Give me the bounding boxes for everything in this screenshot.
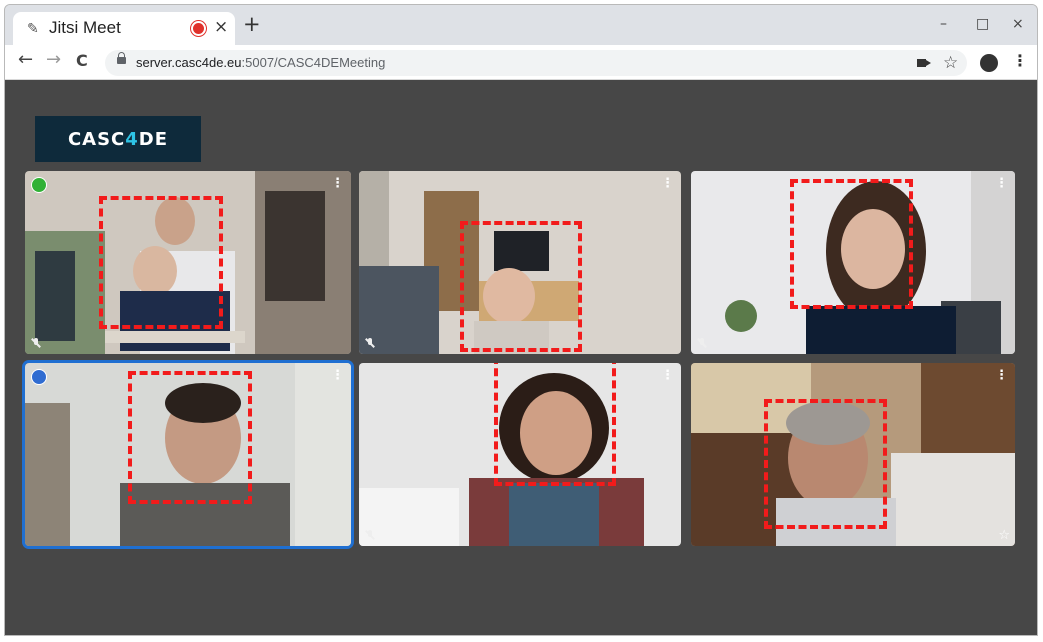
- forward-button[interactable]: →: [46, 51, 61, 69]
- camera-icon[interactable]: [917, 59, 931, 67]
- mic-muted-icon: [31, 338, 41, 348]
- video-tile-participant-3[interactable]: ⋮: [691, 171, 1015, 354]
- url-text: server.casc4de.eu:5007/CASC4DEMeeting: [136, 55, 386, 70]
- record-dot-icon: [193, 23, 204, 34]
- video-tile-participant-5[interactable]: ⋮: [359, 363, 681, 546]
- kebab-menu-icon[interactable]: ⋮: [1012, 53, 1028, 69]
- face-detection-box: [460, 221, 582, 352]
- star-icon[interactable]: ☆: [998, 528, 1010, 543]
- mic-muted-icon: [365, 530, 375, 540]
- tab-strip: ✎ Jitsi Meet × + – □ ×: [5, 5, 1037, 45]
- video-tile-participant-2[interactable]: ⋮: [359, 171, 681, 354]
- tab-jitsi-meet[interactable]: ✎ Jitsi Meet ×: [13, 12, 235, 45]
- address-bar[interactable]: server.casc4de.eu:5007/CASC4DEMeeting ☆: [105, 50, 967, 76]
- face-detection-box: [128, 371, 252, 504]
- tile-menu-icon[interactable]: ⋮: [995, 177, 1008, 190]
- back-button[interactable]: ←: [18, 51, 33, 69]
- reload-button[interactable]: C: [76, 53, 88, 69]
- profile-icon[interactable]: [980, 54, 998, 72]
- face-detection-box: [99, 196, 223, 329]
- tile-menu-icon[interactable]: ⋮: [661, 177, 674, 190]
- new-tab-button[interactable]: +: [243, 14, 261, 35]
- video-tile-participant-4[interactable]: ⋮: [25, 363, 351, 546]
- close-window-button[interactable]: ×: [1012, 16, 1024, 32]
- face-detection-box: [764, 399, 887, 529]
- tile-menu-icon[interactable]: ⋮: [661, 369, 674, 382]
- mic-muted-icon: [697, 338, 707, 348]
- lock-icon: [117, 52, 126, 64]
- maximize-button[interactable]: □: [976, 16, 989, 32]
- tile-menu-icon[interactable]: ⋮: [995, 369, 1008, 382]
- mic-muted-icon: [365, 338, 375, 348]
- minimize-button[interactable]: –: [940, 16, 947, 32]
- face-detection-box: [494, 363, 616, 486]
- browser-window: ✎ Jitsi Meet × + – □ × ← → C server.casc…: [4, 4, 1038, 636]
- casc4de-logo: CASC 4 DE: [35, 116, 201, 162]
- dominant-speaker-icon[interactable]: [31, 369, 47, 385]
- star-icon[interactable]: ☆: [943, 53, 958, 73]
- video-tile-participant-6[interactable]: ⋮ ☆: [691, 363, 1015, 546]
- tab-title: Jitsi Meet: [49, 18, 121, 37]
- connection-quality-icon[interactable]: [31, 177, 47, 193]
- meeting-stage: CASC 4 DE ⋮ ⋮ ⋮ ⋮ ⋮ ⋮ ☆: [5, 80, 1037, 635]
- tab-close-button[interactable]: ×: [214, 17, 228, 37]
- tile-menu-icon[interactable]: ⋮: [331, 369, 344, 382]
- feather-icon: ✎: [27, 21, 39, 37]
- video-tile-participant-1[interactable]: ⋮: [25, 171, 351, 354]
- browser-toolbar: ← → C server.casc4de.eu:5007/CASC4DEMeet…: [5, 45, 1037, 80]
- tile-menu-icon[interactable]: ⋮: [331, 177, 344, 190]
- face-detection-box: [790, 179, 913, 309]
